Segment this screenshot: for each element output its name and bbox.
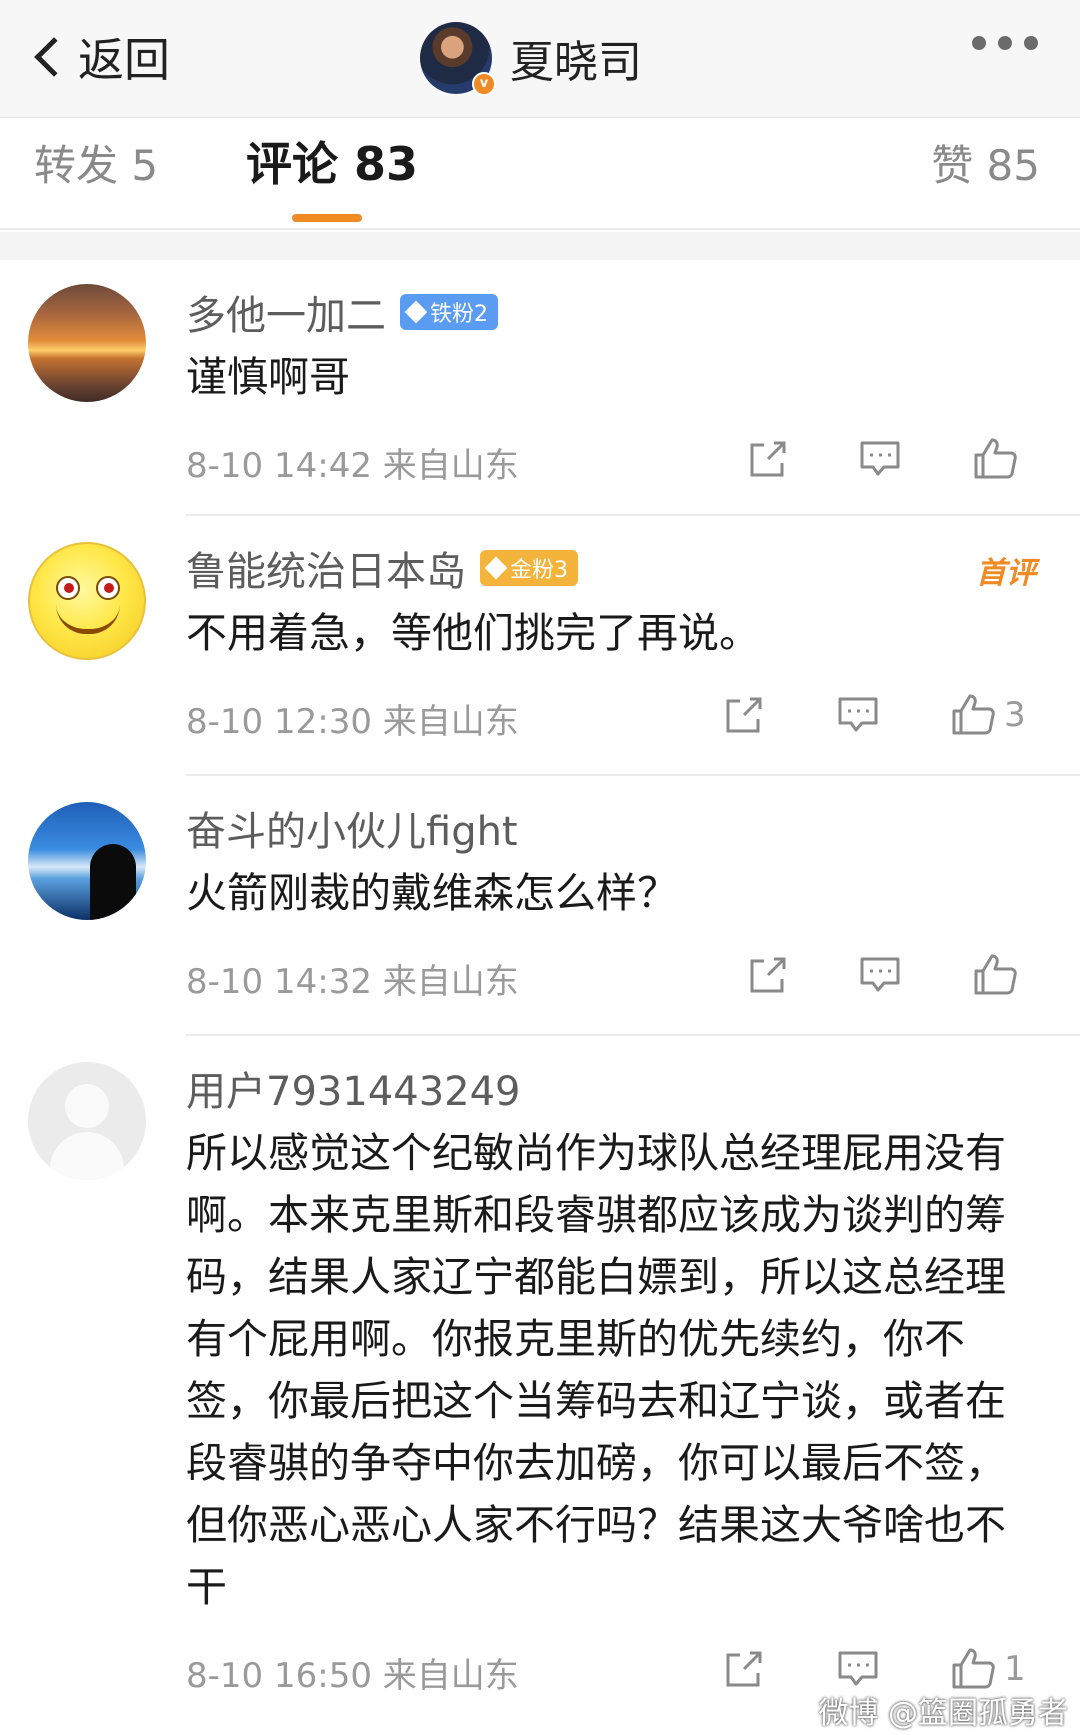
diamond-icon [404,300,428,324]
mouth [56,604,120,634]
diamond-icon [484,556,508,580]
like-button[interactable] [972,950,1026,1000]
active-tab-indicator [292,214,362,222]
like-count: 3 [1004,695,1026,735]
comment-item: 奋斗的小伙儿fight 火箭刚裁的戴维森怎么样？ 8-10 14:32 来自山东 [0,778,1080,1032]
comment-meta: 8-10 16:50 来自山东 [186,1656,519,1696]
poster-info[interactable]: v 夏晓司 [420,16,642,100]
verified-badge: v [472,72,496,96]
avatar[interactable] [28,802,146,920]
eye [96,576,120,600]
thumbs-up-icon [952,1648,995,1689]
tab-bar: 转发 5 评论 83 赞 85 [0,118,1080,230]
repost-button[interactable] [722,690,766,740]
comment-meta: 8-10 12:30 来自山东 [186,702,519,742]
comment-text: 谨慎啊哥 [186,353,350,401]
dot [1024,36,1038,50]
tab-comments[interactable]: 评论 83 [246,128,418,194]
comment-icon [860,957,900,992]
reply-button[interactable] [858,950,902,1000]
dot [972,36,986,50]
comment-username[interactable]: 多他一加二 [186,283,386,341]
comment-text: 火箭刚裁的戴维森怎么样？ [186,869,678,917]
default-avatar-body [50,1132,124,1180]
repost-button[interactable] [746,950,790,1000]
repost-button[interactable] [722,1644,766,1694]
divider [186,774,1080,776]
silhouette [90,844,136,920]
like-button[interactable] [972,434,1026,484]
divider [186,1034,1080,1036]
reply-button[interactable] [836,690,880,740]
chevron-left-icon [34,37,74,77]
more-dots-icon[interactable] [972,36,1038,50]
fan-badge-label: 铁粉2 [430,302,488,327]
comment-text: 所以感觉这个纪敏尚作为球队总经理屁用没有啊。本来克里斯和段睿骐都应该成为谈判的筹… [186,1129,1006,1611]
watermark: 微博 @篮圈孤勇者 [818,1696,1068,1731]
comment-item: 首评 鲁能统治日本岛 金粉3 不用着急，等他们挑完了再说。 8-10 12:30… [0,518,1080,770]
comment-icon [838,1651,878,1686]
tab-reposts[interactable]: 转发 5 [34,132,158,193]
comment-meta: 8-10 14:32 来自山东 [186,962,519,1002]
comment-username[interactable]: 奋斗的小伙儿fight [186,799,518,857]
avatar[interactable] [28,1062,146,1180]
comment-item: 用户7931443249 所以感觉这个纪敏尚作为球队总经理屁用没有啊。本来克里斯… [0,1038,1080,1735]
tab-likes[interactable]: 赞 85 [931,132,1040,193]
comment-item: 多他一加二 铁粉2 谨慎啊哥 8-10 14:42 来自山东 [0,262,1080,512]
avatar[interactable] [28,542,146,660]
reply-button[interactable] [836,1644,880,1694]
share-icon [726,1651,762,1687]
top-bar: 返回 v 夏晓司 [0,0,1080,118]
thumbs-up-icon [974,954,1017,995]
fan-badge-label: 金粉3 [510,558,568,583]
share-icon [750,957,786,993]
comment-username[interactable]: 鲁能统治日本岛 [186,539,466,597]
back-label: 返回 [78,33,170,87]
like-count: 1 [1004,1649,1026,1689]
divider [186,514,1080,516]
avatar[interactable] [28,284,146,402]
dot [998,36,1012,50]
thumbs-up-icon [974,438,1017,479]
comment-meta: 8-10 14:42 来自山东 [186,446,519,486]
eye [56,576,80,600]
section-gap [0,232,1080,260]
fan-badge[interactable]: 金粉3 [480,550,578,586]
comment-icon [860,441,900,476]
comment-icon [838,697,878,732]
repost-button[interactable] [746,434,790,484]
comment-username[interactable]: 用户7931443249 [186,1059,521,1117]
fan-badge[interactable]: 铁粉2 [400,294,498,330]
thumbs-up-icon [952,694,995,735]
avatar[interactable]: v [420,22,496,96]
default-avatar-head [65,1084,109,1128]
page-title: 夏晓司 [510,37,642,88]
share-icon [750,441,786,477]
reply-button[interactable] [858,434,902,484]
share-icon [726,697,762,733]
like-button[interactable]: 1 [950,1644,1026,1694]
back-button[interactable]: 返回 [30,22,170,92]
comment-text: 不用着急，等他们挑完了再说。 [186,609,760,657]
like-button[interactable]: 3 [950,690,1026,740]
